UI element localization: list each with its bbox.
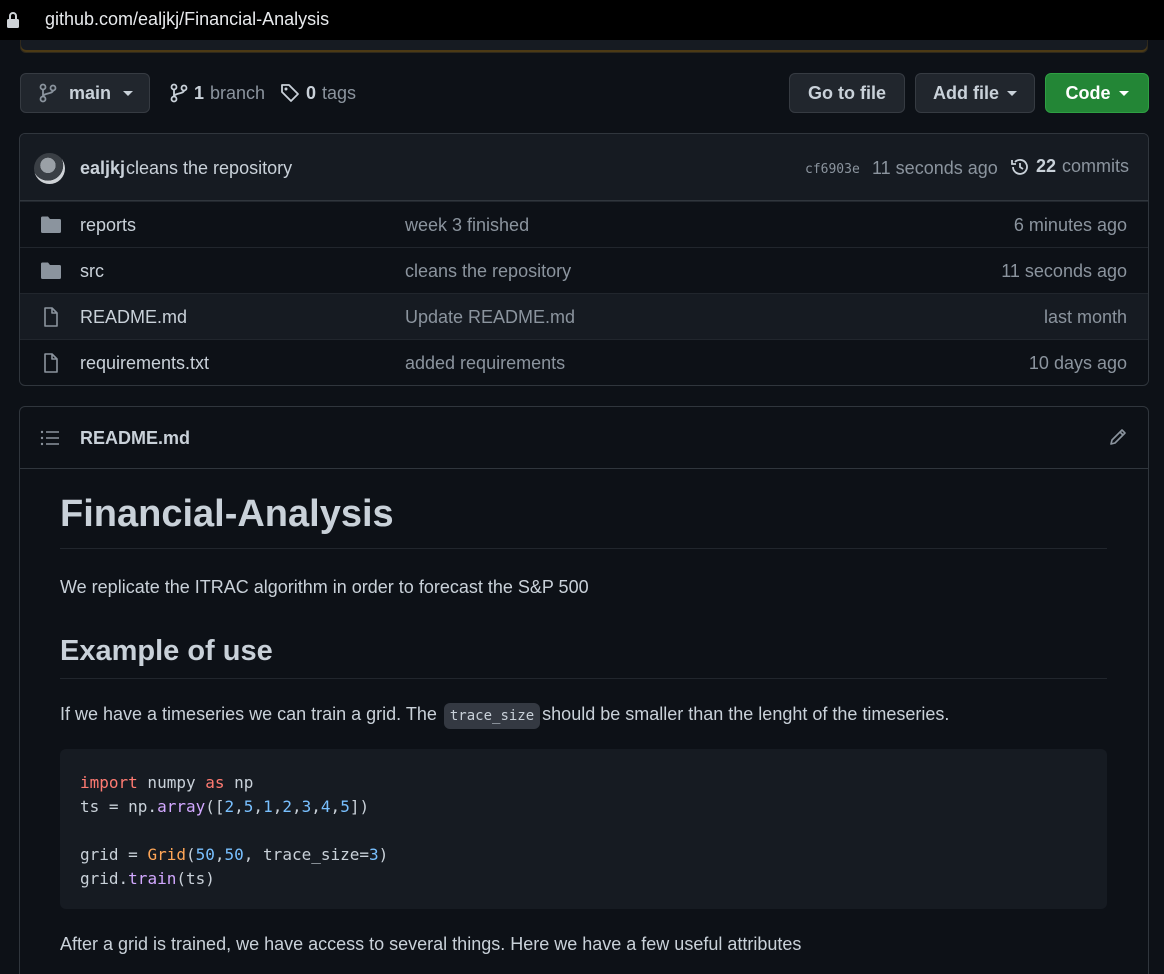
commit-word: commits — [1062, 156, 1130, 176]
code-token: ts = np. — [80, 797, 158, 816]
commit-message[interactable]: cleans the repository — [126, 158, 292, 179]
file-row-requirements[interactable]: requirements.txt added requirements 10 d… — [20, 339, 1148, 385]
file-commit-message[interactable]: added requirements — [405, 353, 565, 374]
lock-icon — [7, 12, 19, 28]
code-token: import — [80, 773, 138, 792]
branches-link[interactable]: 1 branch — [170, 80, 265, 106]
commit-sha[interactable]: cf6903e — [805, 162, 860, 177]
tag-icon — [281, 84, 299, 102]
code-token: , trace_size= — [243, 845, 370, 864]
commit-time: 11 seconds ago — [872, 158, 998, 178]
commit-count: 22 — [1036, 156, 1057, 176]
code-token: 3 — [301, 797, 312, 816]
pencil-icon[interactable] — [1108, 427, 1128, 447]
file-browser: ealjkj cleans the repository cf6903e 11 … — [19, 133, 1149, 386]
git-branch-icon — [39, 83, 57, 103]
code-token: 1 — [263, 797, 273, 816]
readme-section-title: Example of use — [60, 635, 1107, 679]
file-name[interactable]: requirements.txt — [80, 353, 209, 374]
branch-select-button[interactable]: main — [20, 73, 150, 113]
readme-paragraph: If we have a timeseries we can train a g… — [60, 703, 950, 729]
branch-name: main — [69, 82, 112, 103]
branch-word: branch — [210, 82, 266, 103]
folder-icon — [41, 216, 61, 233]
file-name[interactable]: reports — [80, 215, 136, 236]
code-token: np — [224, 773, 254, 792]
avatar[interactable] — [34, 153, 65, 184]
file-age: 10 days ago — [1028, 353, 1127, 373]
file-commit-message[interactable]: cleans the repository — [405, 261, 571, 282]
readme-filename[interactable]: README.md — [80, 428, 190, 449]
commits-history-link[interactable]: 22 commits — [1010, 156, 1129, 177]
add-file-label: Add file — [933, 82, 999, 103]
tag-word: tags — [322, 82, 357, 103]
file-commit-message[interactable]: week 3 finished — [405, 215, 529, 236]
code-button-label: Code — [1065, 82, 1111, 103]
add-file-button[interactable]: Add file — [915, 73, 1035, 113]
code-token: train — [128, 869, 177, 888]
paragraph-text-after: should be smaller than the lenght of the… — [542, 704, 950, 724]
go-to-file-button[interactable]: Go to file — [789, 73, 905, 113]
list-icon[interactable] — [40, 429, 60, 447]
file-name[interactable]: src — [80, 261, 104, 282]
code-token: Grid — [147, 845, 186, 864]
code-token: ( — [185, 845, 196, 864]
code-token: grid = — [80, 845, 148, 864]
chevron-down-icon — [123, 90, 134, 96]
code-token: grid. — [80, 869, 129, 888]
branch-count: 1 — [194, 82, 205, 103]
address-url[interactable]: github.com/ealjkj/Financial-Analysis — [45, 9, 329, 30]
code-block[interactable]: import numpy as np ts = np.array([2,5,1,… — [60, 749, 1107, 909]
paragraph-text-before: If we have a timeseries we can train a g… — [60, 704, 437, 724]
code-token: array — [157, 797, 206, 816]
file-row-src[interactable]: src cleans the repository 11 seconds ago — [20, 247, 1148, 293]
folder-icon — [41, 262, 61, 279]
code-token: ) — [378, 845, 389, 864]
browser-address-bar[interactable]: github.com/ealjkj/Financial-Analysis — [0, 0, 1164, 40]
chevron-down-icon — [1118, 90, 1129, 96]
latest-commit-bar: ealjkj cleans the repository cf6903e 11 … — [20, 134, 1148, 201]
file-age: 11 seconds ago — [1001, 261, 1127, 281]
code-button[interactable]: Code — [1045, 73, 1149, 113]
code-token: 50 — [224, 845, 244, 864]
readme-after-code: After a grid is trained, we have access … — [60, 934, 802, 954]
file-age: 6 minutes ago — [1013, 215, 1127, 235]
commit-author[interactable]: ealjkj — [80, 158, 125, 179]
code-token: 4 — [320, 797, 331, 816]
tags-link[interactable]: 0 tags — [280, 80, 356, 106]
file-commit-message[interactable]: Update README.md — [405, 307, 575, 328]
code-token: as — [205, 773, 225, 792]
file-name[interactable]: README.md — [80, 307, 187, 328]
code-token: 50 — [195, 845, 215, 864]
file-row-reports[interactable]: reports week 3 finished 6 minutes ago — [20, 201, 1148, 247]
history-icon — [1011, 158, 1028, 175]
code-token: numpy — [137, 773, 206, 792]
code-token: 2 — [224, 797, 235, 816]
code-token: ([ — [205, 797, 225, 816]
code-token: 2 — [282, 797, 292, 816]
code-token: 5 — [340, 797, 350, 816]
readme-intro: We replicate the ITRAC algorithm in orde… — [60, 577, 589, 597]
code-token: (ts) — [176, 869, 215, 888]
flash-banner — [20, 40, 1148, 53]
readme-panel: README.md Financial-Analysis We replicat… — [19, 406, 1149, 974]
readme-header: README.md — [20, 407, 1148, 469]
file-icon — [44, 353, 58, 373]
tag-count: 0 — [306, 82, 317, 103]
readme-title: Financial-Analysis — [60, 493, 1107, 549]
file-icon — [44, 307, 58, 327]
code-token: ]) — [349, 797, 370, 816]
chevron-down-icon — [1007, 90, 1017, 96]
file-age: last month — [1043, 307, 1127, 327]
code-token: 3 — [369, 845, 379, 864]
inline-code: trace_size — [443, 703, 541, 729]
file-row-readme[interactable]: README.md Update README.md last month — [20, 293, 1148, 339]
code-token: 5 — [243, 797, 254, 816]
git-branch-icon — [170, 83, 188, 103]
